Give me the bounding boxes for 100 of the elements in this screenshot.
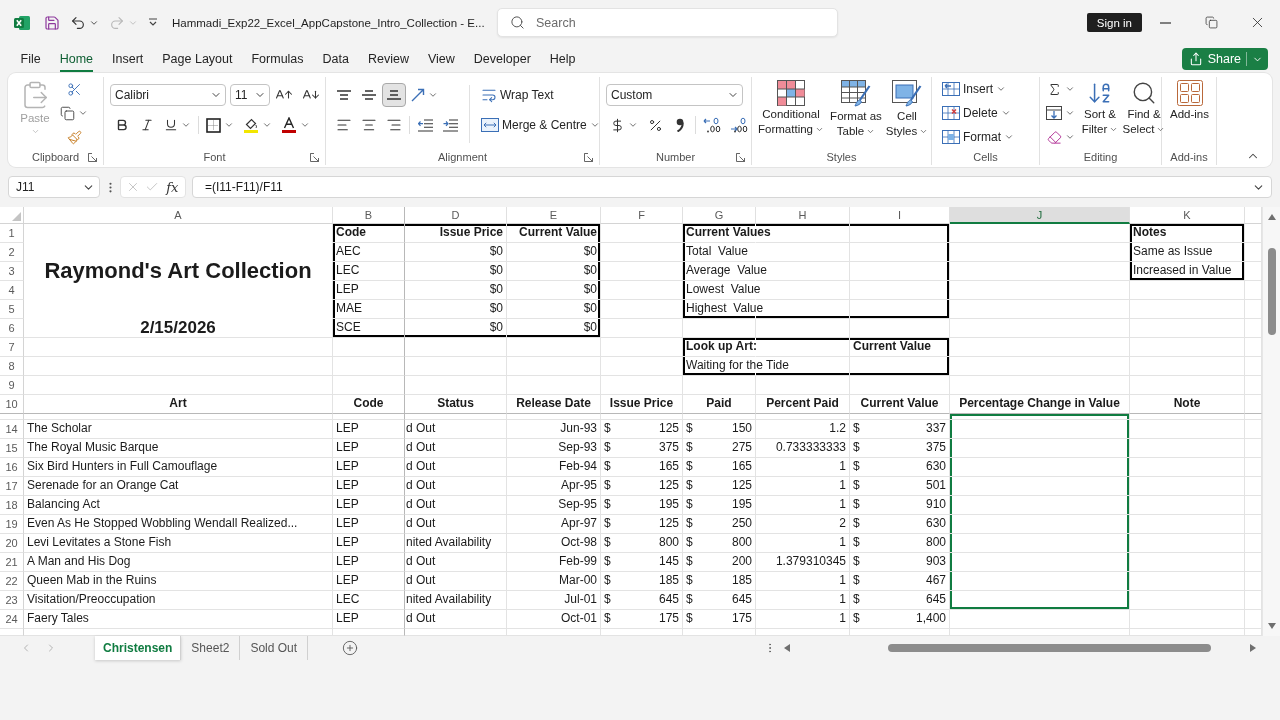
search-field[interactable]: Search <box>497 8 838 37</box>
menu-tab[interactable]: Data <box>322 45 349 73</box>
selected-cell[interactable] <box>950 414 1130 420</box>
menu-tab[interactable]: Insert <box>112 45 144 73</box>
empty-cell[interactable] <box>333 629 405 636</box>
scrollbar-thumb[interactable] <box>888 644 1211 652</box>
clipboard-launcher-button[interactable] <box>88 152 97 162</box>
merge-centre-button[interactable]: Merge & Centre <box>477 113 604 137</box>
wrap-text-button[interactable]: Wrap Text <box>477 83 558 107</box>
selected-cell[interactable] <box>950 553 1130 572</box>
row-header[interactable]: 1 <box>0 224 24 243</box>
empty-cell[interactable] <box>333 338 405 357</box>
column-header[interactable]: A <box>24 207 333 224</box>
font-launcher-button[interactable] <box>310 152 319 162</box>
alignment-launcher-button[interactable] <box>584 152 593 162</box>
menu-tab[interactable]: Page Layout <box>162 45 233 73</box>
menu-tab[interactable]: Review <box>367 45 409 73</box>
delete-button[interactable]: Delete <box>938 101 1018 125</box>
scrollbar-thumb[interactable] <box>1267 248 1276 335</box>
menu-tab[interactable]: Formulas <box>251 45 304 73</box>
row-header[interactable]: 16 <box>0 458 24 477</box>
sort-filter-button[interactable]: Sort & Filter <box>1079 77 1121 137</box>
selected-cell[interactable] <box>950 572 1130 591</box>
selected-cell[interactable] <box>950 420 1130 439</box>
font-size-dropdown[interactable]: 11 <box>230 84 270 106</box>
column-header[interactable]: J <box>950 207 1130 224</box>
group-label: Alignment <box>438 151 487 163</box>
row-header[interactable]: 19 <box>0 515 24 534</box>
insert-function-button[interactable]: fx <box>164 179 181 195</box>
find-select-button[interactable]: Find & Select <box>1121 77 1167 137</box>
enter-button[interactable] <box>144 180 159 194</box>
row-header[interactable]: 15 <box>0 439 24 458</box>
selected-cell[interactable] <box>950 439 1130 458</box>
add-ins-button[interactable]: Add-ins <box>1164 77 1215 122</box>
font-name-dropdown[interactable]: Calibri <box>110 84 226 106</box>
row-header[interactable]: 8 <box>0 357 24 376</box>
row-header[interactable]: 22 <box>0 572 24 591</box>
row-header[interactable]: 20 <box>0 534 24 553</box>
empty-cell[interactable] <box>333 376 405 395</box>
selected-cell[interactable] <box>950 591 1130 610</box>
menu-tab[interactable]: Help <box>549 45 576 73</box>
number-launcher-button[interactable] <box>736 152 745 162</box>
vertical-align-button[interactable] <box>382 83 406 107</box>
number-format-dropdown[interactable]: Custom <box>606 84 743 106</box>
row-header[interactable]: 7 <box>0 338 24 357</box>
row-header[interactable]: 21 <box>0 553 24 572</box>
currency-sign: $ <box>604 536 611 550</box>
format-as-table-button[interactable]: Format as Table <box>827 77 885 139</box>
cell-text: Feb-94 <box>558 460 597 474</box>
column-header[interactable]: F <box>601 207 683 224</box>
sign-in-button[interactable]: Sign in <box>1086 13 1142 32</box>
selected-cell[interactable] <box>950 477 1130 496</box>
row-header[interactable]: 9 <box>0 376 24 395</box>
column-header[interactable]: B <box>333 207 405 224</box>
share-button[interactable]: Share <box>1181 48 1268 70</box>
caret-icon <box>224 120 234 130</box>
conditional-formatting-button[interactable]: Conditional Formatting <box>755 77 827 137</box>
formula-input[interactable]: =(I11-F11)/F11 <box>192 176 1272 198</box>
menu-tab[interactable]: File <box>20 45 41 73</box>
row-header[interactable]: 3 <box>0 262 24 281</box>
menu-tab[interactable]: Developer <box>473 45 531 73</box>
row-header[interactable]: 17 <box>0 477 24 496</box>
column-header[interactable]: D <box>405 207 507 224</box>
row-header[interactable] <box>0 414 24 420</box>
cell-text: nited Availability <box>406 536 492 550</box>
format-button[interactable]: Format <box>938 125 1018 149</box>
name-box[interactable]: J11 <box>8 176 100 198</box>
column-header[interactable]: G <box>683 207 756 224</box>
cell-text: Increased in Value <box>1133 264 1232 278</box>
sheet-tab[interactable]: Christensen <box>95 636 182 660</box>
row-header[interactable] <box>0 629 24 636</box>
empty-cell[interactable] <box>333 357 405 376</box>
column-header[interactable]: I <box>850 207 950 224</box>
share-icon <box>1188 52 1203 66</box>
cell-styles-button[interactable]: Cell Styles <box>885 77 929 139</box>
menu-tab[interactable]: View <box>427 45 455 73</box>
row-header[interactable]: 5 <box>0 300 24 319</box>
insert-button[interactable]: Insert <box>938 77 1018 101</box>
sheet-tab[interactable]: Sheet2 <box>181 636 241 660</box>
column-header[interactable]: K <box>1130 207 1245 224</box>
italic-icon <box>140 118 154 132</box>
empty-cell[interactable] <box>333 414 405 420</box>
caret-icon <box>300 120 310 130</box>
row-header[interactable]: 4 <box>0 281 24 300</box>
selected-cell[interactable] <box>950 534 1130 553</box>
selected-cell[interactable] <box>950 515 1130 534</box>
row-header[interactable]: 14 <box>0 420 24 439</box>
row-header[interactable]: 10 <box>0 395 24 414</box>
row-header[interactable]: 24 <box>0 610 24 629</box>
column-header[interactable]: H <box>756 207 850 224</box>
cell-text: d Out <box>406 498 436 512</box>
row-header[interactable]: 2 <box>0 243 24 262</box>
row-header[interactable]: 18 <box>0 496 24 515</box>
column-header[interactable]: E <box>507 207 601 224</box>
selected-cell[interactable] <box>950 458 1130 477</box>
sheet-tab[interactable]: Sold Out <box>240 636 309 660</box>
row-header[interactable]: 6 <box>0 319 24 338</box>
row-header[interactable]: 23 <box>0 591 24 610</box>
selected-cell[interactable] <box>950 496 1130 515</box>
cell-text: LEP <box>336 283 359 297</box>
